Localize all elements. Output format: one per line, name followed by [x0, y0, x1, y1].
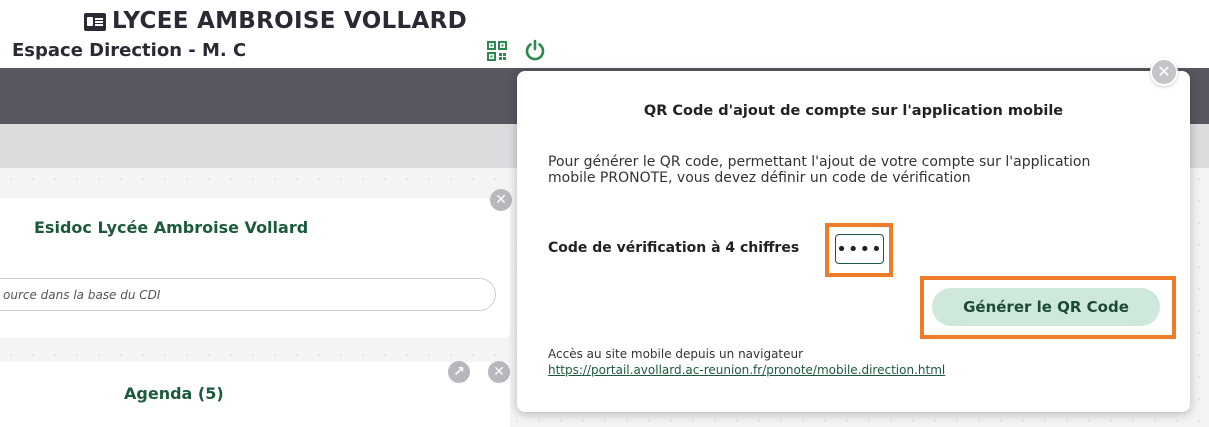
esidoc-title: Esidoc Lycée Ambroise Vollard — [34, 218, 309, 237]
close-icon: ✕ — [1157, 62, 1171, 81]
mobile-access-label: Accès au site mobile depuis un navigateu… — [548, 347, 804, 361]
id-card-icon — [84, 13, 106, 31]
verification-code-label: Code de vérification à 4 chiffres — [548, 240, 800, 256]
agenda-close-button[interactable]: ✕ — [488, 361, 510, 383]
generate-qr-code-button[interactable]: Générer le QR Code — [932, 288, 1160, 326]
mobile-site-link[interactable]: https://portail.avollard.ac-reunion.fr/p… — [548, 363, 945, 377]
verification-code-input[interactable] — [835, 234, 884, 264]
close-icon: ✕ — [493, 364, 505, 380]
space-label: Espace Direction - M. C — [12, 40, 247, 61]
power-icon[interactable] — [524, 39, 546, 61]
agenda-title: Agenda (5) — [124, 384, 224, 403]
arrow-up-right-icon: ↗ — [453, 364, 465, 380]
school-name: LYCEE AMBROISE VOLLARD — [112, 8, 468, 34]
qr-code-icon[interactable] — [487, 41, 507, 61]
modal-close-button[interactable]: ✕ — [1150, 58, 1178, 86]
agenda-expand-button[interactable]: ↗ — [448, 361, 470, 383]
modal-title: QR Code d'ajout de compte sur l'applicat… — [643, 103, 1064, 119]
agenda-widget: Agenda (5) — [0, 362, 510, 427]
school-title: LYCEE AMBROISE VOLLARD — [84, 8, 467, 34]
qr-code-modal: QR Code d'ajout de compte sur l'applicat… — [517, 71, 1190, 412]
esidoc-close-button[interactable]: ✕ — [490, 189, 512, 211]
cdi-search-input[interactable] — [0, 278, 496, 311]
close-icon: ✕ — [495, 192, 507, 208]
modal-description: Pour générer le QR code, permettant l'aj… — [548, 154, 1091, 186]
esidoc-widget: Esidoc Lycée Ambroise Vollard — [0, 198, 510, 338]
